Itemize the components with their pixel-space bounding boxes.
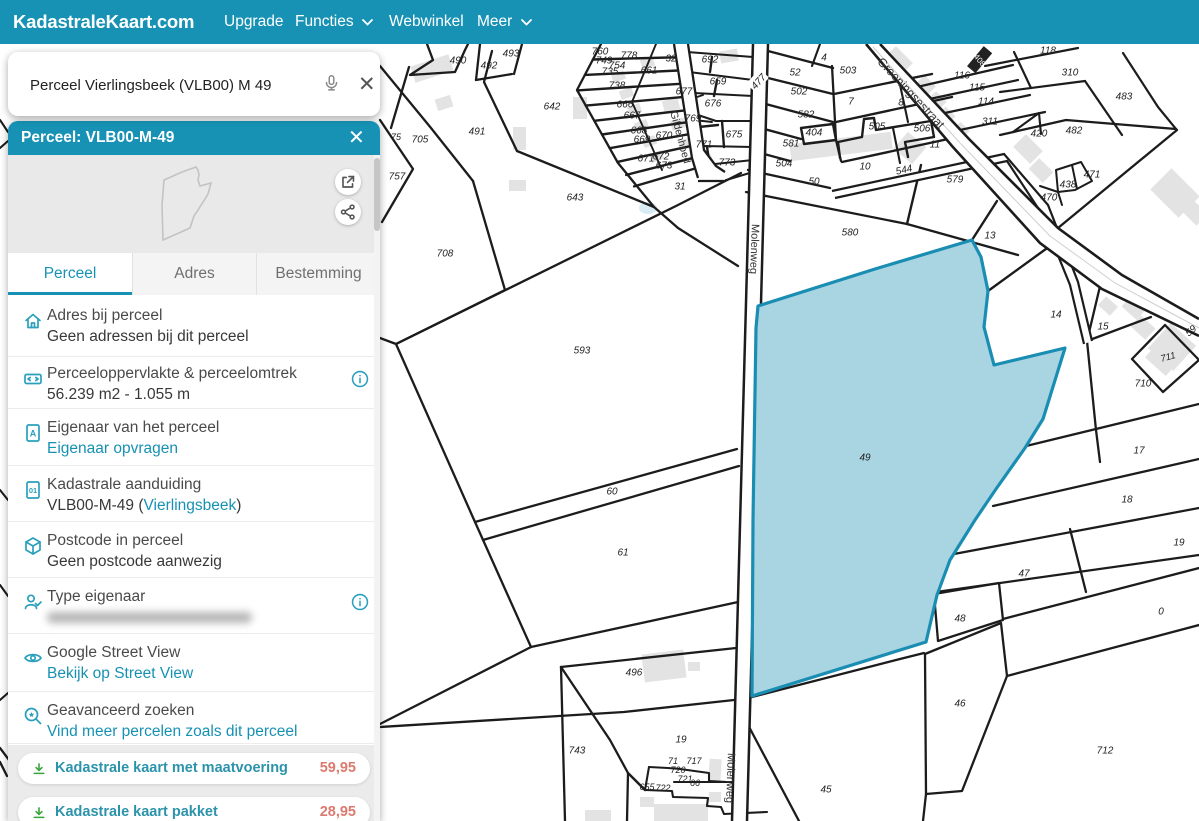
svg-text:667: 667 [624,111,641,122]
svg-text:738: 738 [609,81,626,92]
svg-text:757: 757 [389,172,406,183]
svg-text:19: 19 [675,735,687,746]
svg-text:673: 673 [656,161,673,172]
svg-text:18: 18 [1121,495,1133,506]
svg-text:60: 60 [606,487,618,498]
svg-text:A: A [30,429,37,439]
svg-text:492: 492 [481,61,498,72]
svg-text:593: 593 [574,346,591,357]
svg-text:773: 773 [719,158,736,169]
svg-text:116: 116 [954,71,970,82]
svg-text:8: 8 [898,98,904,109]
svg-text:642: 642 [544,102,561,113]
svg-text:471: 471 [1084,170,1101,181]
svg-text:10: 10 [859,162,871,173]
svg-text:47: 47 [1018,569,1030,580]
svg-text:659: 659 [710,77,727,88]
svg-text:675: 675 [726,130,743,141]
svg-text:722: 722 [655,783,670,793]
svg-text:580: 580 [842,228,859,239]
svg-text:46: 46 [954,699,966,710]
svg-text:670: 670 [656,131,673,142]
svg-text:490: 490 [450,56,467,67]
svg-text:19: 19 [1173,538,1185,549]
svg-text:52: 52 [789,68,801,79]
svg-text:482: 482 [1066,126,1083,137]
svg-text:31: 31 [674,182,685,193]
svg-text:503: 503 [840,66,857,77]
svg-text:581: 581 [783,139,800,150]
svg-text:582: 582 [798,110,815,121]
svg-text:655: 655 [639,782,655,792]
svg-text:669: 669 [634,135,651,146]
svg-text:705: 705 [412,135,429,146]
svg-text:66: 66 [690,778,700,788]
svg-text:496: 496 [626,668,643,679]
svg-text:48: 48 [954,614,966,625]
svg-text:438: 438 [1060,180,1077,191]
svg-text:49: 49 [859,453,871,464]
svg-text:505: 505 [869,122,886,133]
svg-text:115: 115 [969,83,985,94]
svg-text:502: 502 [791,87,808,98]
svg-text:311: 311 [982,117,998,128]
svg-text:17: 17 [1133,446,1145,457]
svg-text:504: 504 [776,159,793,170]
svg-text:735: 735 [602,67,619,78]
svg-text:661: 661 [641,66,658,77]
svg-text:15: 15 [1097,322,1109,333]
svg-text:712: 712 [1097,746,1114,757]
svg-text:Molenweg: Molenweg [723,753,737,804]
svg-text:717: 717 [686,756,702,766]
svg-text:692: 692 [702,55,719,66]
svg-text:7: 7 [848,97,854,108]
svg-text:114: 114 [978,97,994,108]
svg-text:404: 404 [806,128,823,139]
svg-text:579: 579 [947,175,964,186]
svg-text:470: 470 [1041,193,1058,204]
svg-text:50: 50 [808,177,820,188]
svg-text:118: 118 [1040,46,1056,57]
svg-text:743: 743 [569,746,586,757]
svg-text:771: 771 [696,140,713,151]
svg-text:420: 420 [1031,129,1048,140]
svg-text:643: 643 [567,193,584,204]
svg-text:0: 0 [1158,607,1164,618]
svg-text:Molenweg: Molenweg [747,224,761,275]
svg-text:710: 710 [1135,379,1152,390]
svg-text:506: 506 [914,124,931,135]
svg-text:75: 75 [391,132,402,142]
svg-text:61: 61 [617,548,628,559]
svg-text:666: 666 [617,100,634,111]
svg-text:493: 493 [503,49,520,60]
svg-text:769: 769 [685,114,702,125]
svg-text:45: 45 [820,785,832,796]
svg-text:483: 483 [1116,92,1133,103]
svg-text:491: 491 [469,127,486,138]
svg-text:708: 708 [437,249,454,260]
svg-text:32: 32 [665,54,677,65]
svg-text:01: 01 [29,486,37,495]
svg-text:310: 310 [1062,68,1079,79]
svg-text:14: 14 [1050,310,1062,321]
svg-text:11: 11 [930,140,940,151]
svg-text:676: 676 [705,99,722,110]
svg-text:4: 4 [821,53,827,64]
svg-text:13: 13 [984,231,996,242]
svg-text:677: 677 [676,87,693,98]
